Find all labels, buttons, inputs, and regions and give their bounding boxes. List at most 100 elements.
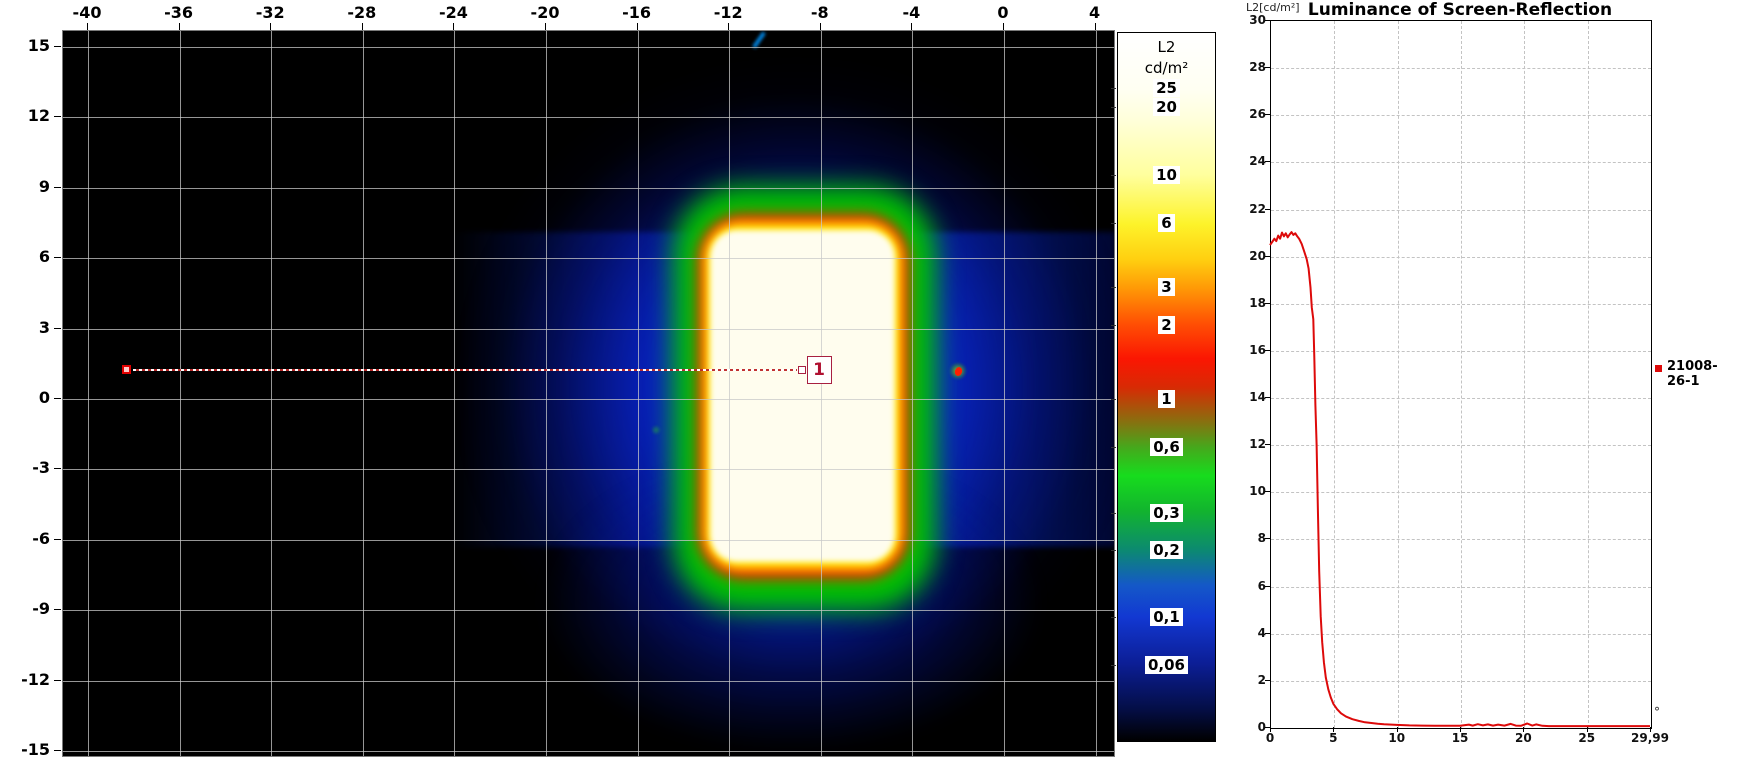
y-axis-tick-label: -15	[21, 740, 50, 760]
color-scale-tick	[1111, 512, 1116, 514]
y-axis-tick-label: 15	[27, 35, 50, 55]
color-scale-tick	[1111, 107, 1116, 109]
bright-core	[709, 230, 895, 563]
color-scale-tick	[1111, 399, 1116, 401]
chart-y-tick-label: 2	[1257, 672, 1266, 687]
x-axis-tick	[728, 23, 730, 30]
color-scale-value: 0,06	[1144, 655, 1188, 674]
chart-x-tick-label: 20	[1515, 731, 1532, 745]
map-gridline-horizontal	[63, 469, 1114, 471]
x-axis-tick-label: -40	[72, 3, 102, 22]
profile-dotted-line	[132, 368, 797, 371]
color-scale-tick-label: 0,3	[1117, 503, 1216, 522]
map-gridline-horizontal	[63, 187, 1114, 189]
color-scale-tick	[1111, 664, 1116, 666]
color-scale-value: 10	[1153, 165, 1180, 184]
measurement-app-window: -40 -36 -32 -28 -24 -20 -16 -12 -8 -4 0 4 15 12 9 6 3 0-…	[0, 0, 1741, 760]
chart-x-tick-label: 0	[1265, 731, 1275, 745]
marker-1-box[interactable]: 1	[806, 355, 832, 384]
color-scale-tick-label: 0,1	[1117, 608, 1216, 627]
y-axis-tick-label: -12	[21, 669, 50, 689]
map-gridline-vertical	[1095, 31, 1097, 756]
map-gridline-vertical	[1004, 31, 1005, 756]
profile-start-marker[interactable]	[121, 364, 131, 374]
map-gridline-vertical	[179, 31, 181, 756]
map-gridline-vertical	[729, 31, 731, 756]
chart-x-tick-label: 15	[1451, 731, 1469, 745]
chart-y-tick-label: 12	[1249, 437, 1266, 452]
y-axis-tick	[54, 257, 61, 259]
chart-gridline-vertical	[1524, 21, 1526, 728]
x-axis-tick-label: -8	[810, 3, 829, 22]
y-axis-tick	[54, 327, 61, 329]
chart-y-tick-label: 22	[1249, 201, 1266, 216]
chart-y-tick-label: 6	[1257, 578, 1266, 593]
chart-y-tick-label: 30	[1249, 13, 1266, 27]
map-gridline-vertical	[637, 31, 639, 756]
map-gridline-horizontal	[63, 328, 1114, 330]
y-axis-tick-label: 9	[38, 176, 50, 196]
x-axis-tick	[1003, 23, 1004, 30]
map-gridline-horizontal	[63, 258, 1114, 260]
x-axis-tick-label: -28	[347, 3, 377, 22]
color-scale-title: L2	[1157, 38, 1176, 56]
chart-gridline-vertical	[1334, 21, 1336, 728]
y-axis-tick-label: 12	[27, 106, 50, 126]
chart-x-tick	[1333, 727, 1335, 732]
x-axis-tick	[545, 23, 546, 30]
map-gridline-horizontal	[63, 117, 1114, 119]
chart-y-tick-label: 20	[1249, 248, 1266, 263]
color-scale-tick-label: 20	[1117, 98, 1216, 117]
chart-y-tick	[1265, 67, 1270, 69]
x-axis-tick	[87, 23, 88, 30]
color-scale-value: 20	[1153, 98, 1180, 117]
chart-y-tick	[1265, 397, 1270, 399]
map-gridline-horizontal	[63, 399, 1114, 400]
map-gridline-vertical	[88, 31, 89, 756]
y-axis-tick-label: 0	[38, 388, 50, 407]
map-gridline-horizontal	[63, 539, 1114, 541]
map-gridline-vertical	[546, 31, 547, 756]
y-axis-tick	[54, 750, 61, 752]
chart-x-tick-label: 29,99	[1631, 731, 1669, 745]
color-scale-tick	[1111, 549, 1116, 551]
x-axis-tick-label: -4	[902, 3, 921, 22]
y-axis-tick-label: -6	[32, 528, 50, 548]
chart-y-tick	[1265, 679, 1270, 681]
x-axis-tick-label: -24	[438, 3, 468, 22]
map-gridline-vertical	[820, 31, 822, 756]
x-axis-tick	[361, 23, 363, 30]
chart-y-tick-label: 4	[1257, 625, 1266, 640]
map-gridline-vertical	[362, 31, 364, 756]
chart-x-tick	[1270, 727, 1271, 732]
color-scale-tick-label: 25	[1117, 79, 1216, 98]
y-axis-tick-label: 6	[38, 247, 50, 267]
chart-x-tick	[1396, 727, 1398, 732]
color-scale-unit: cd/m²	[1144, 59, 1189, 77]
color-scale-tick-label: 3	[1117, 277, 1216, 296]
color-scale-value: 6	[1158, 213, 1175, 232]
y-axis-tick	[54, 398, 61, 399]
color-scale-value: 1	[1158, 390, 1175, 409]
color-scale-tick	[1111, 222, 1116, 224]
x-axis-tick-label: -36	[164, 3, 194, 22]
series-legend-label: 21008-26-1	[1667, 359, 1718, 389]
x-axis-tick	[1094, 23, 1096, 30]
chart-x-tick-label: 10	[1388, 731, 1406, 745]
chart-y-tick	[1265, 114, 1270, 116]
color-scale-value: 3	[1158, 277, 1175, 296]
map-gridline-horizontal	[63, 751, 1114, 753]
x-axis-tick-label: -32	[255, 3, 285, 22]
chart-y-tick	[1265, 585, 1270, 587]
color-scale-value: 0,1	[1150, 608, 1183, 627]
chart-plot-area[interactable]	[1270, 20, 1652, 729]
x-axis-tick	[270, 23, 272, 30]
luminance-map[interactable]: 1	[62, 30, 1115, 757]
chart-title: Luminance of Screen-Reflection	[1307, 0, 1613, 20]
x-axis-tick-label: -20	[530, 3, 560, 22]
x-axis-unit-degree: °	[1654, 705, 1660, 719]
y-axis-tick	[54, 609, 61, 611]
y-axis-tick	[54, 538, 61, 540]
map-gridline-vertical	[454, 31, 456, 756]
chart-x-tick	[1650, 727, 1651, 732]
